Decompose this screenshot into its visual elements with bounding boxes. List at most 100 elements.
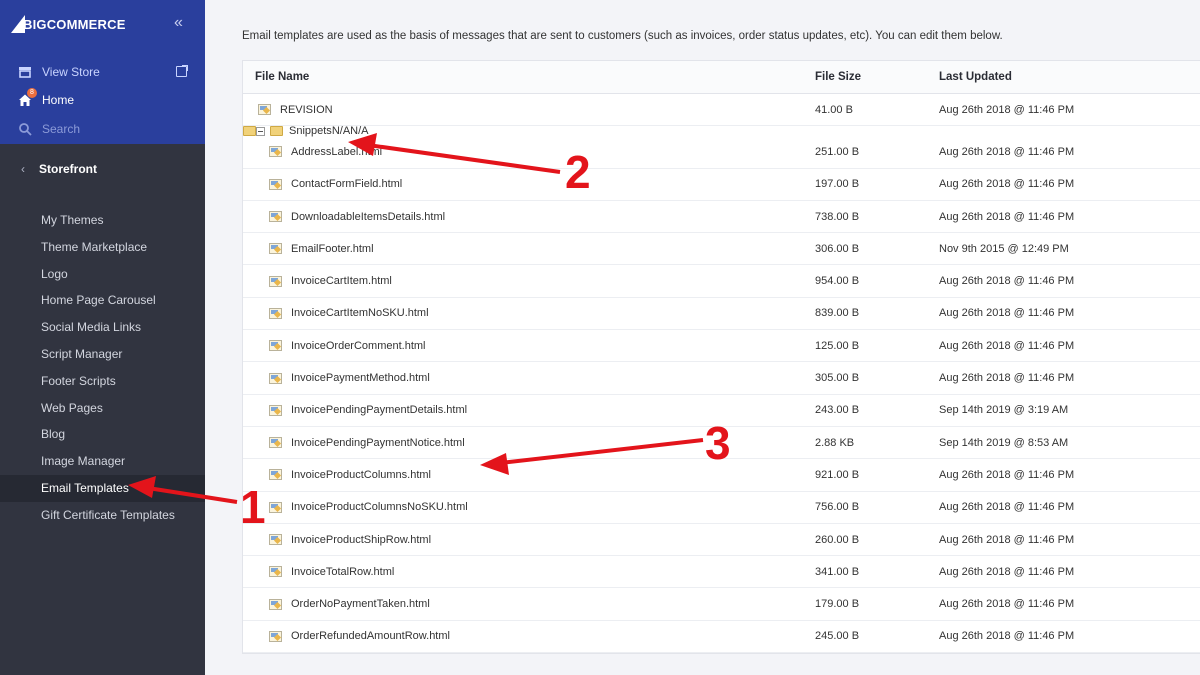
bigcommerce-logo[interactable]: BIGCOMMERCE — [11, 14, 126, 34]
file-name[interactable]: REVISION — [280, 104, 333, 116]
table-row[interactable]: EmailFooter.html 306.00 B Nov 9th 2015 @ 1… — [243, 233, 1200, 266]
table-body: REVISION 41.00 B Aug 26th 2018 @ 11:46 PM S… — [243, 94, 1200, 654]
last-updated-cell: Aug 26th 2018 @ 11:46 PM — [939, 630, 1075, 643]
file-name[interactable]: OrderNoPaymentTaken.html — [291, 598, 430, 610]
table-row[interactable]: InvoiceCartItemNoSKU.html 839.00 B Aug 26t… — [243, 298, 1200, 331]
file-size-cell: 179.00 B — [815, 598, 860, 611]
file-name-cell[interactable]: ContactFormField.html — [243, 178, 815, 190]
file-name[interactable]: InvoiceTotalRow.html — [291, 566, 394, 578]
file-size-cell: 243.00 B — [815, 404, 860, 417]
file-size-cell: 2.88 KB — [815, 436, 855, 449]
search-link[interactable]: Search — [18, 122, 80, 136]
table-row[interactable]: InvoiceProductShipRow.html 260.00 B Aug 26… — [243, 524, 1200, 557]
file-name-cell[interactable]: EmailFooter.html — [243, 243, 815, 255]
column-header-last-updated[interactable]: Last Updated — [939, 71, 1200, 83]
file-name-cell[interactable]: InvoiceProductColumns.html — [243, 469, 815, 481]
search-label: Search — [42, 122, 81, 136]
file-name[interactable]: InvoiceProductColumnsNoSKU.html — [291, 501, 468, 513]
template-file-icon — [269, 275, 282, 287]
table-row[interactable]: AddressLabel.html 251.00 B Aug 26th 2018 @… — [243, 136, 1200, 169]
template-file-icon — [269, 598, 282, 610]
view-store-link[interactable]: View Store — [18, 65, 100, 79]
table-row[interactable]: OrderRefundedAmountRow.html 245.00 B Aug 2… — [243, 621, 1200, 654]
file-name-cell[interactable]: InvoicePaymentMethod.html — [243, 372, 815, 384]
file-name[interactable]: ContactFormField.html — [291, 178, 402, 190]
template-file-icon — [269, 404, 282, 416]
file-name-cell[interactable]: InvoiceProductShipRow.html — [243, 534, 815, 546]
column-header-file-name[interactable]: File Name — [243, 71, 815, 83]
file-name-cell[interactable]: DownloadableItemsDetails.html — [243, 211, 815, 223]
file-name-cell[interactable]: InvoicePendingPaymentDetails.html — [243, 404, 815, 416]
collapse-toggle-icon[interactable] — [256, 126, 265, 136]
last-updated-cell: Aug 26th 2018 @ 11:46 PM — [939, 103, 1075, 116]
sidebar-item-gift-certificate-templates[interactable]: Gift Certificate Templates — [0, 502, 205, 529]
file-size-cell: 756.00 B — [815, 501, 860, 514]
table-row[interactable]: ContactFormField.html 197.00 B Aug 26th 20… — [243, 169, 1200, 201]
table-row[interactable]: OrderNoPaymentTaken.html 179.00 B Aug 26th… — [243, 588, 1200, 621]
file-name-cell[interactable]: InvoiceOrderComment.html — [243, 340, 815, 352]
table-row[interactable]: DownloadableItemsDetails.html 738.00 B Aug… — [243, 201, 1200, 234]
table-row[interactable]: InvoiceOrderComment.html 125.00 B Aug 26th… — [243, 330, 1200, 363]
file-name-cell[interactable]: InvoiceCartItemNoSKU.html — [243, 307, 815, 319]
file-name[interactable]: DownloadableItemsDetails.html — [291, 211, 445, 223]
file-size-cell: N/A — [331, 125, 351, 138]
view-store-label: View Store — [42, 65, 100, 79]
table-row[interactable]: InvoiceProductColumnsNoSKU.html 756.00 B A… — [243, 492, 1200, 524]
last-updated-cell: Sep 14th 2019 @ 3:19 AM — [939, 404, 1069, 417]
file-name-cell[interactable]: OrderRefundedAmountRow.html — [243, 630, 815, 642]
last-updated-cell: Aug 26th 2018 @ 11:46 PM — [939, 468, 1075, 481]
collapse-sidebar-icon[interactable]: « — [174, 14, 183, 32]
sidebar-item-social-media-links[interactable]: Social Media Links — [0, 314, 205, 341]
file-name[interactable]: EmailFooter.html — [291, 243, 374, 255]
folder-icon — [270, 126, 283, 137]
brand-name: BIGCOMMERCE — [23, 16, 126, 32]
file-name-cell[interactable]: InvoiceTotalRow.html — [243, 566, 815, 578]
file-name[interactable]: InvoicePendingPaymentNotice.html — [291, 437, 465, 449]
file-name-cell[interactable]: InvoiceProductColumnsNoSKU.html — [243, 501, 815, 513]
file-name[interactable]: AddressLabel.html — [291, 146, 382, 158]
external-link-icon[interactable] — [176, 65, 188, 77]
sidebar-item-my-themes[interactable]: My Themes — [0, 207, 205, 234]
file-name[interactable]: InvoiceOrderComment.html — [291, 340, 426, 352]
file-name[interactable]: InvoiceProductColumns.html — [291, 469, 431, 481]
sidebar-item-image-manager[interactable]: Image Manager — [0, 448, 205, 475]
email-templates-table: File Name File Size Last Updated REVISIO… — [242, 60, 1200, 655]
file-name[interactable]: InvoiceCartItem.html — [291, 275, 392, 287]
file-name[interactable]: InvoiceCartItemNoSKU.html — [291, 307, 429, 319]
file-name[interactable]: OrderRefundedAmountRow.html — [291, 630, 450, 642]
sidebar-item-blog[interactable]: Blog — [0, 421, 205, 448]
last-updated-cell: Aug 26th 2018 @ 11:46 PM — [939, 307, 1075, 320]
file-name[interactable]: InvoicePendingPaymentDetails.html — [291, 404, 467, 416]
file-name-cell[interactable]: OrderNoPaymentTaken.html — [243, 598, 815, 610]
table-row[interactable]: InvoicePaymentMethod.html 305.00 B Aug 26t… — [243, 362, 1200, 395]
file-name[interactable]: InvoicePaymentMethod.html — [291, 372, 430, 384]
table-row[interactable]: Snippets N/A N/A — [243, 125, 369, 137]
file-name-cell[interactable]: InvoiceCartItem.html — [243, 275, 815, 287]
intro-text: Email templates are used as the basis of… — [242, 30, 1003, 42]
sidebar-item-home-page-carousel[interactable]: Home Page Carousel — [0, 287, 205, 314]
section-storefront[interactable]: ‹ Storefront — [21, 162, 97, 176]
table-row[interactable]: InvoiceTotalRow.html 341.00 B Aug 26th 201… — [243, 556, 1200, 589]
file-name-cell[interactable]: REVISION — [243, 104, 815, 116]
sidebar-item-theme-marketplace[interactable]: Theme Marketplace — [0, 234, 205, 261]
table-row[interactable]: REVISION 41.00 B Aug 26th 2018 @ 11:46 PM — [243, 94, 1200, 127]
sidebar-item-footer-scripts[interactable]: Footer Scripts — [0, 368, 205, 395]
template-file-icon — [269, 146, 282, 158]
file-name[interactable]: InvoiceProductShipRow.html — [291, 534, 431, 546]
file-size-cell: 839.00 B — [815, 307, 860, 320]
sidebar-item-logo[interactable]: Logo — [0, 261, 205, 288]
sidebar-item-email-templates[interactable]: Email Templates — [0, 474, 205, 502]
home-link[interactable]: 8 Home — [18, 88, 74, 107]
sidebar: BIGCOMMERCE « View Store 8 Home Search ‹… — [0, 0, 205, 675]
template-file-icon — [269, 178, 282, 190]
file-size-cell: 921.00 B — [815, 468, 860, 481]
column-header-file-size[interactable]: File Size — [815, 71, 939, 83]
file-name-cell[interactable]: Snippets — [244, 125, 332, 137]
sidebar-item-script-manager[interactable]: Script Manager — [0, 341, 205, 368]
file-size-cell: 305.00 B — [815, 372, 860, 385]
table-row[interactable]: InvoiceCartItem.html 954.00 B Aug 26th 201… — [243, 265, 1200, 298]
file-name[interactable]: Snippets — [289, 125, 332, 137]
section-title: Storefront — [39, 162, 97, 176]
file-name-cell[interactable]: AddressLabel.html — [243, 146, 815, 158]
sidebar-item-web-pages[interactable]: Web Pages — [0, 395, 205, 422]
